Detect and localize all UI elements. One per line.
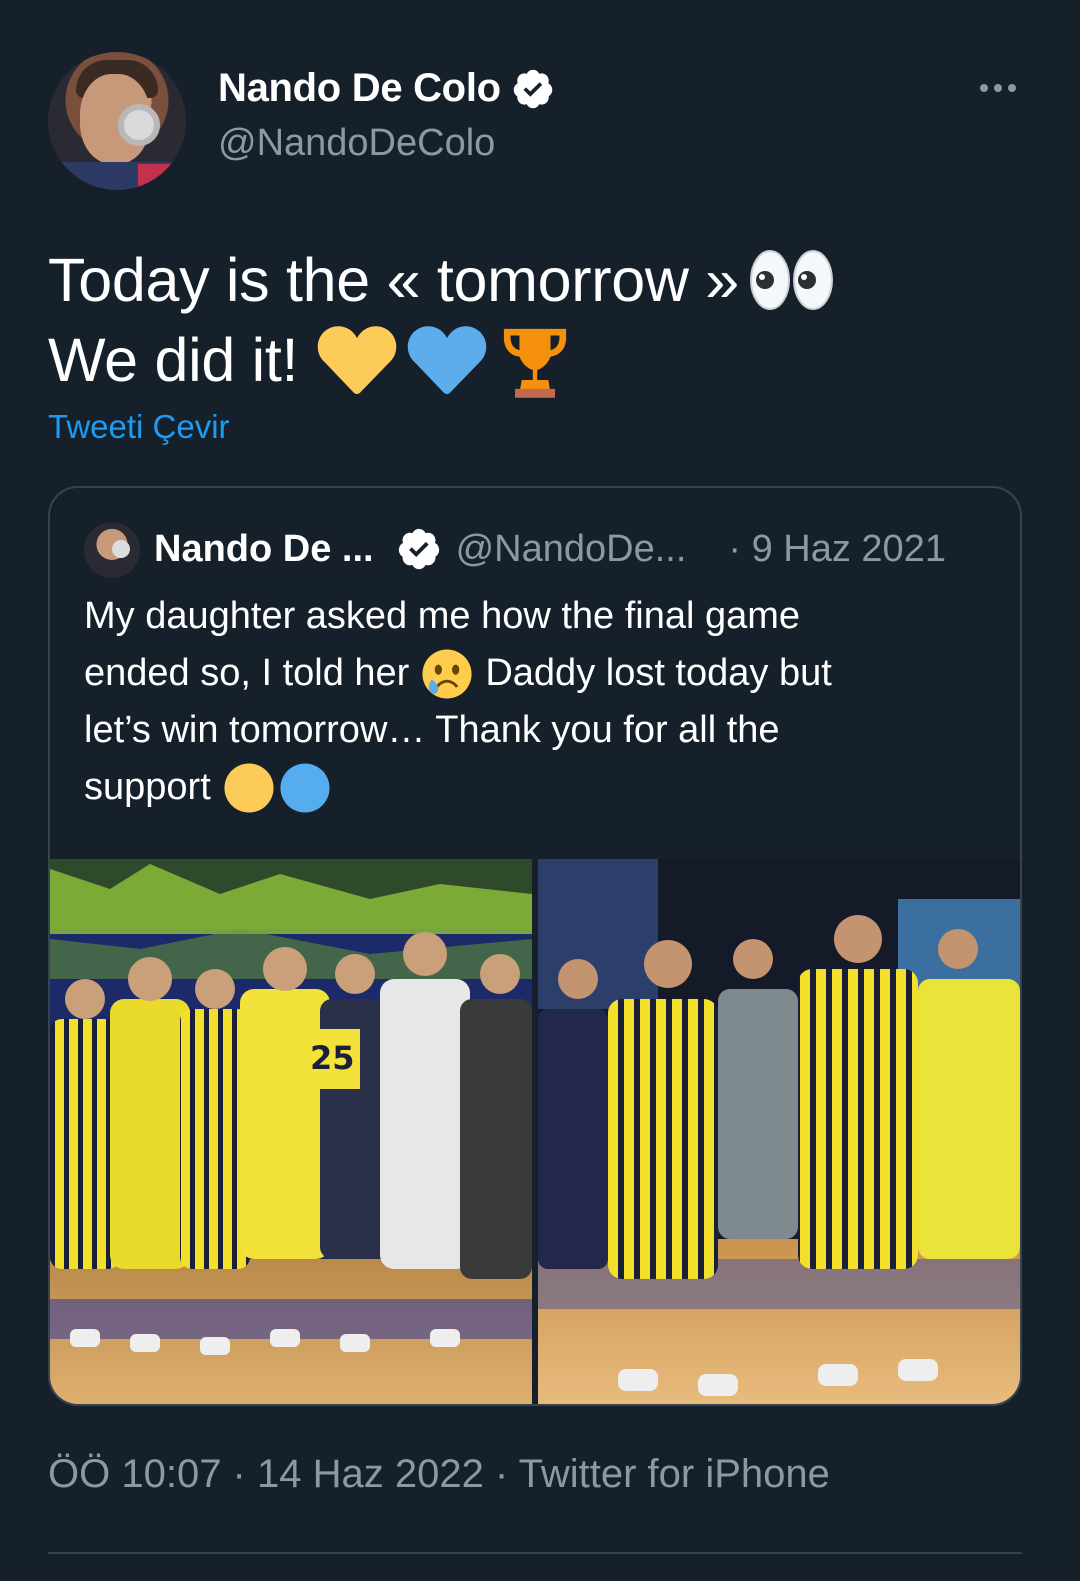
- quoted-text-line2b: Daddy lost today but: [485, 652, 832, 694]
- team-applauding-photo[interactable]: [538, 859, 1020, 1404]
- more-options-icon[interactable]: [974, 70, 1022, 106]
- quoted-tweet-text: My daughter asked me how the final game …: [84, 588, 984, 816]
- team-huddle-photo[interactable]: 25: [50, 859, 532, 1404]
- tweet-text-line2: We did it!: [48, 326, 299, 394]
- blue-heart-emoji: [407, 326, 487, 394]
- quoted-text-line2a: ended so, I told her: [84, 652, 410, 694]
- quoted-tweet-date: · 9 Haz 2021: [728, 527, 946, 570]
- quoted-text-line4: support: [84, 766, 211, 808]
- yellow-circle-emoji: [224, 762, 274, 813]
- eyes-emoji: [749, 250, 833, 310]
- author-name[interactable]: Nando De Colo: [218, 66, 501, 111]
- quoted-tweet-header: Nando De ... @NandoDe... · 9 Haz 2021: [154, 524, 946, 574]
- quoted-author-avatar[interactable]: [84, 522, 140, 578]
- verified-badge-icon: [398, 528, 439, 570]
- verified-badge-icon: [513, 69, 553, 108]
- quoted-author-handle: @NandoDe...: [455, 527, 687, 570]
- quoted-text-line3: let’s win tomorrow… Thank you for all th…: [84, 709, 780, 751]
- trophy-emoji: [504, 328, 567, 398]
- quoted-author-name: Nando De ...: [154, 527, 374, 570]
- svg-text:25: 25: [310, 1039, 355, 1077]
- translate-tweet-link[interactable]: Tweeti Çevir: [48, 408, 230, 446]
- yellow-heart-emoji: [317, 326, 397, 394]
- quoted-tweet[interactable]: Nando De ... @NandoDe... · 9 Haz 2021 My…: [48, 486, 1022, 1406]
- author-handle[interactable]: @NandoDeColo: [218, 122, 495, 165]
- author-name-row: Nando De Colo: [218, 66, 555, 111]
- quoted-text-line1: My daughter asked me how the final game: [84, 595, 801, 637]
- divider: [48, 1552, 1022, 1554]
- crying-face-emoji: [422, 648, 472, 699]
- quoted-tweet-media: 25: [50, 859, 1020, 1404]
- tweet-timestamp[interactable]: ÖÖ 10:07 · 14 Haz 2022 · Twitter for iPh…: [48, 1452, 830, 1497]
- tweet-text: Today is the « tomorrow » We did it!: [48, 240, 835, 400]
- author-avatar[interactable]: [48, 52, 186, 190]
- tweet-text-line1: Today is the « tomorrow »: [48, 246, 739, 314]
- blue-circle-emoji: [280, 762, 330, 813]
